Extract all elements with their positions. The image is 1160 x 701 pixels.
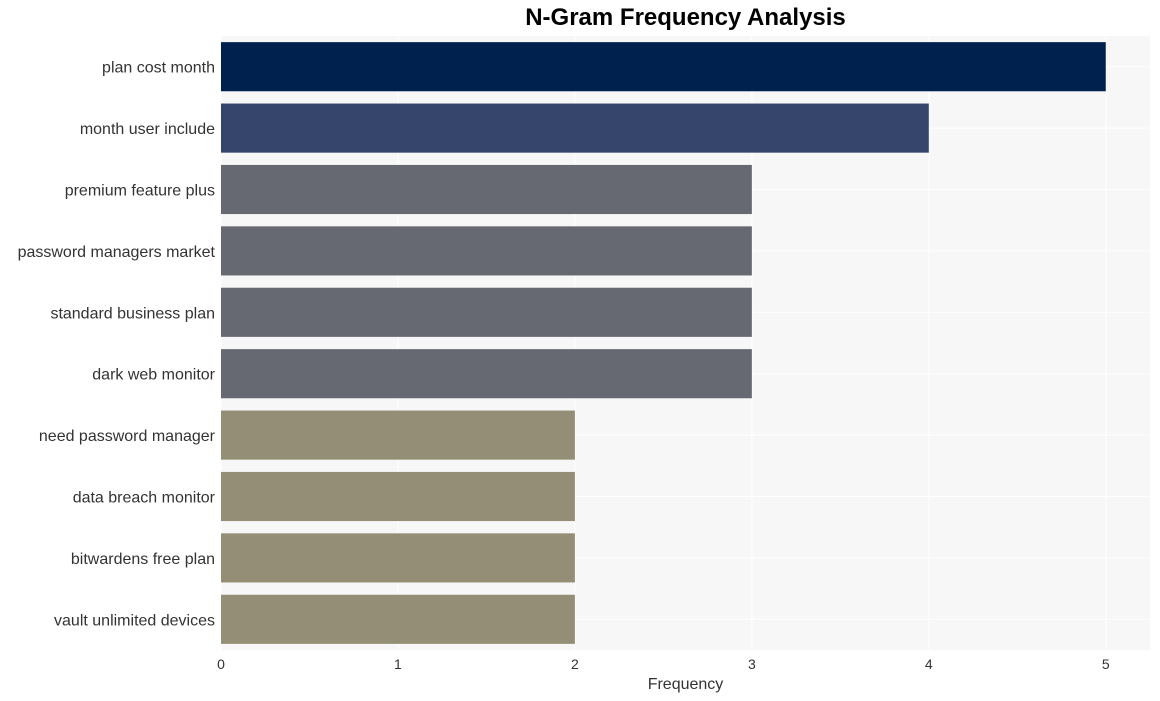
x-tick-label: 4 (925, 656, 933, 672)
y-tick-label: month user include (80, 121, 215, 138)
bar (221, 533, 575, 583)
bar (221, 226, 752, 276)
y-tick-label: need password manager (39, 428, 216, 445)
bar (221, 164, 752, 215)
y-tick-label: dark web monitor (92, 367, 215, 384)
y-tick-label: vault unlimited devices (54, 612, 215, 629)
x-tick-label: 3 (748, 656, 756, 672)
x-tick-label: 2 (571, 656, 579, 672)
y-tick-label: bitwardens free plan (71, 551, 215, 568)
y-tick-label: password managers market (18, 244, 216, 261)
x-tick-label: 1 (394, 656, 402, 672)
y-tick-labels: plan cost month month user include premium… (18, 60, 216, 630)
bar-chart: plan cost month month user include premium… (18, 36, 1150, 693)
bar (221, 410, 575, 460)
bar (221, 349, 752, 399)
y-tick-label: data breach monitor (73, 490, 216, 507)
bar (221, 594, 575, 644)
x-tick-label: 0 (217, 656, 225, 672)
x-tick-label: 5 (1102, 656, 1110, 672)
bar (221, 287, 752, 337)
x-tick-labels: 0 1 2 3 4 5 (217, 656, 1110, 672)
y-tick-label: plan cost month (102, 60, 215, 77)
bar (221, 103, 929, 153)
bar (221, 471, 575, 522)
bar (221, 42, 1106, 92)
y-tick-label: standard business plan (50, 305, 215, 322)
x-axis-label: Frequency (648, 676, 724, 693)
y-tick-label: premium feature plus (65, 183, 215, 200)
